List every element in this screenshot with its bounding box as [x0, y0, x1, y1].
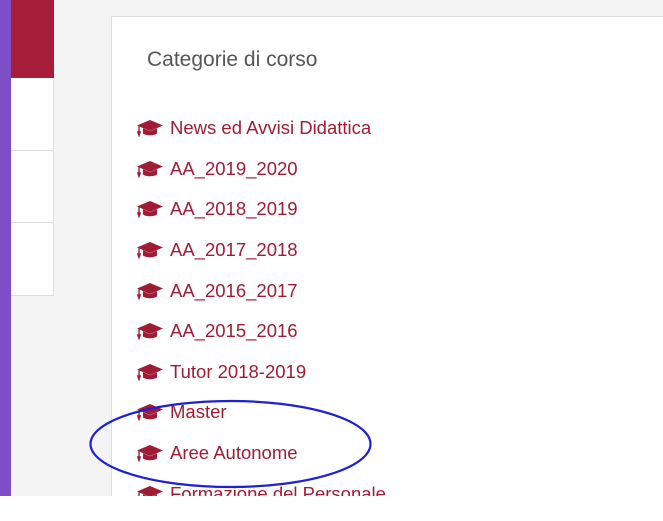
graduation-cap-icon	[136, 282, 163, 300]
category-label: AA_2017_2018	[170, 239, 298, 261]
list-item: AA_2015_2016	[136, 311, 386, 352]
category-link-aree-autonome[interactable]: Aree Autonome	[136, 442, 298, 464]
screenshot-stage: Categorie di corso News ed Avvisi Didatt…	[0, 0, 663, 521]
window-left-border	[0, 0, 11, 521]
screenshot-bottom-margin	[0, 496, 663, 521]
list-item: News ed Avvisi Didattica	[136, 108, 386, 149]
category-link-formazione-del-personale[interactable]: Formazione del Personale	[136, 483, 386, 496]
graduation-cap-icon	[136, 160, 163, 178]
category-label: News ed Avvisi Didattica	[170, 117, 372, 139]
list-item: Tutor 2018-2019	[136, 352, 386, 393]
category-label: AA_2019_2020	[170, 157, 298, 179]
graduation-cap-icon	[136, 120, 163, 138]
category-list: News ed Avvisi Didattica AA_2019_2020 AA…	[136, 108, 386, 496]
page-area: Categorie di corso News ed Avvisi Didatt…	[11, 0, 663, 496]
graduation-cap-icon	[137, 485, 163, 496]
graduation-cap-icon	[136, 445, 163, 463]
list-item: Aree Autonome	[136, 433, 386, 474]
list-item: AA_2018_2019	[136, 189, 386, 230]
graduation-cap-icon	[136, 201, 163, 219]
block-title: Categorie di corso	[147, 48, 318, 71]
graduation-cap-icon	[136, 363, 163, 381]
graduation-cap-icon	[136, 242, 163, 260]
category-link-tutor-2018-2019[interactable]: Tutor 2018-2019	[136, 361, 306, 383]
left-nav-panel	[11, 0, 54, 296]
course-categories-block: Categorie di corso News ed Avvisi Didatt…	[111, 16, 663, 496]
category-link-news-ed-avvisi-didattica[interactable]: News ed Avvisi Didattica	[136, 117, 371, 139]
nav-item-active[interactable]	[11, 0, 54, 78]
category-label: AA_2018_2019	[170, 198, 298, 220]
list-item: AA_2017_2018	[136, 230, 386, 271]
category-label: AA_2015_2016	[170, 320, 298, 342]
category-link-aa-2016-2017[interactable]: AA_2016_2017	[136, 280, 298, 302]
list-item: AA_2019_2020	[136, 149, 386, 190]
graduation-cap-icon	[136, 323, 163, 341]
category-label: Master	[170, 401, 227, 423]
category-label: Formazione del Personale	[170, 482, 386, 496]
category-label: Tutor 2018-2019	[170, 360, 307, 382]
list-item: Master	[136, 392, 386, 433]
category-link-aa-2018-2019[interactable]: AA_2018_2019	[136, 198, 298, 220]
nav-divider	[11, 150, 54, 151]
list-item: Formazione del Personale	[136, 473, 386, 496]
category-link-aa-2015-2016[interactable]: AA_2015_2016	[136, 320, 298, 342]
nav-divider	[11, 222, 54, 223]
category-link-master[interactable]: Master	[136, 401, 227, 423]
list-item: AA_2016_2017	[136, 270, 386, 311]
category-link-aa-2017-2018[interactable]: AA_2017_2018	[136, 239, 298, 261]
category-link-aa-2019-2020[interactable]: AA_2019_2020	[136, 158, 298, 180]
category-label: Aree Autonome	[170, 442, 298, 464]
graduation-cap-icon	[136, 404, 163, 422]
category-label: AA_2016_2017	[170, 279, 298, 301]
